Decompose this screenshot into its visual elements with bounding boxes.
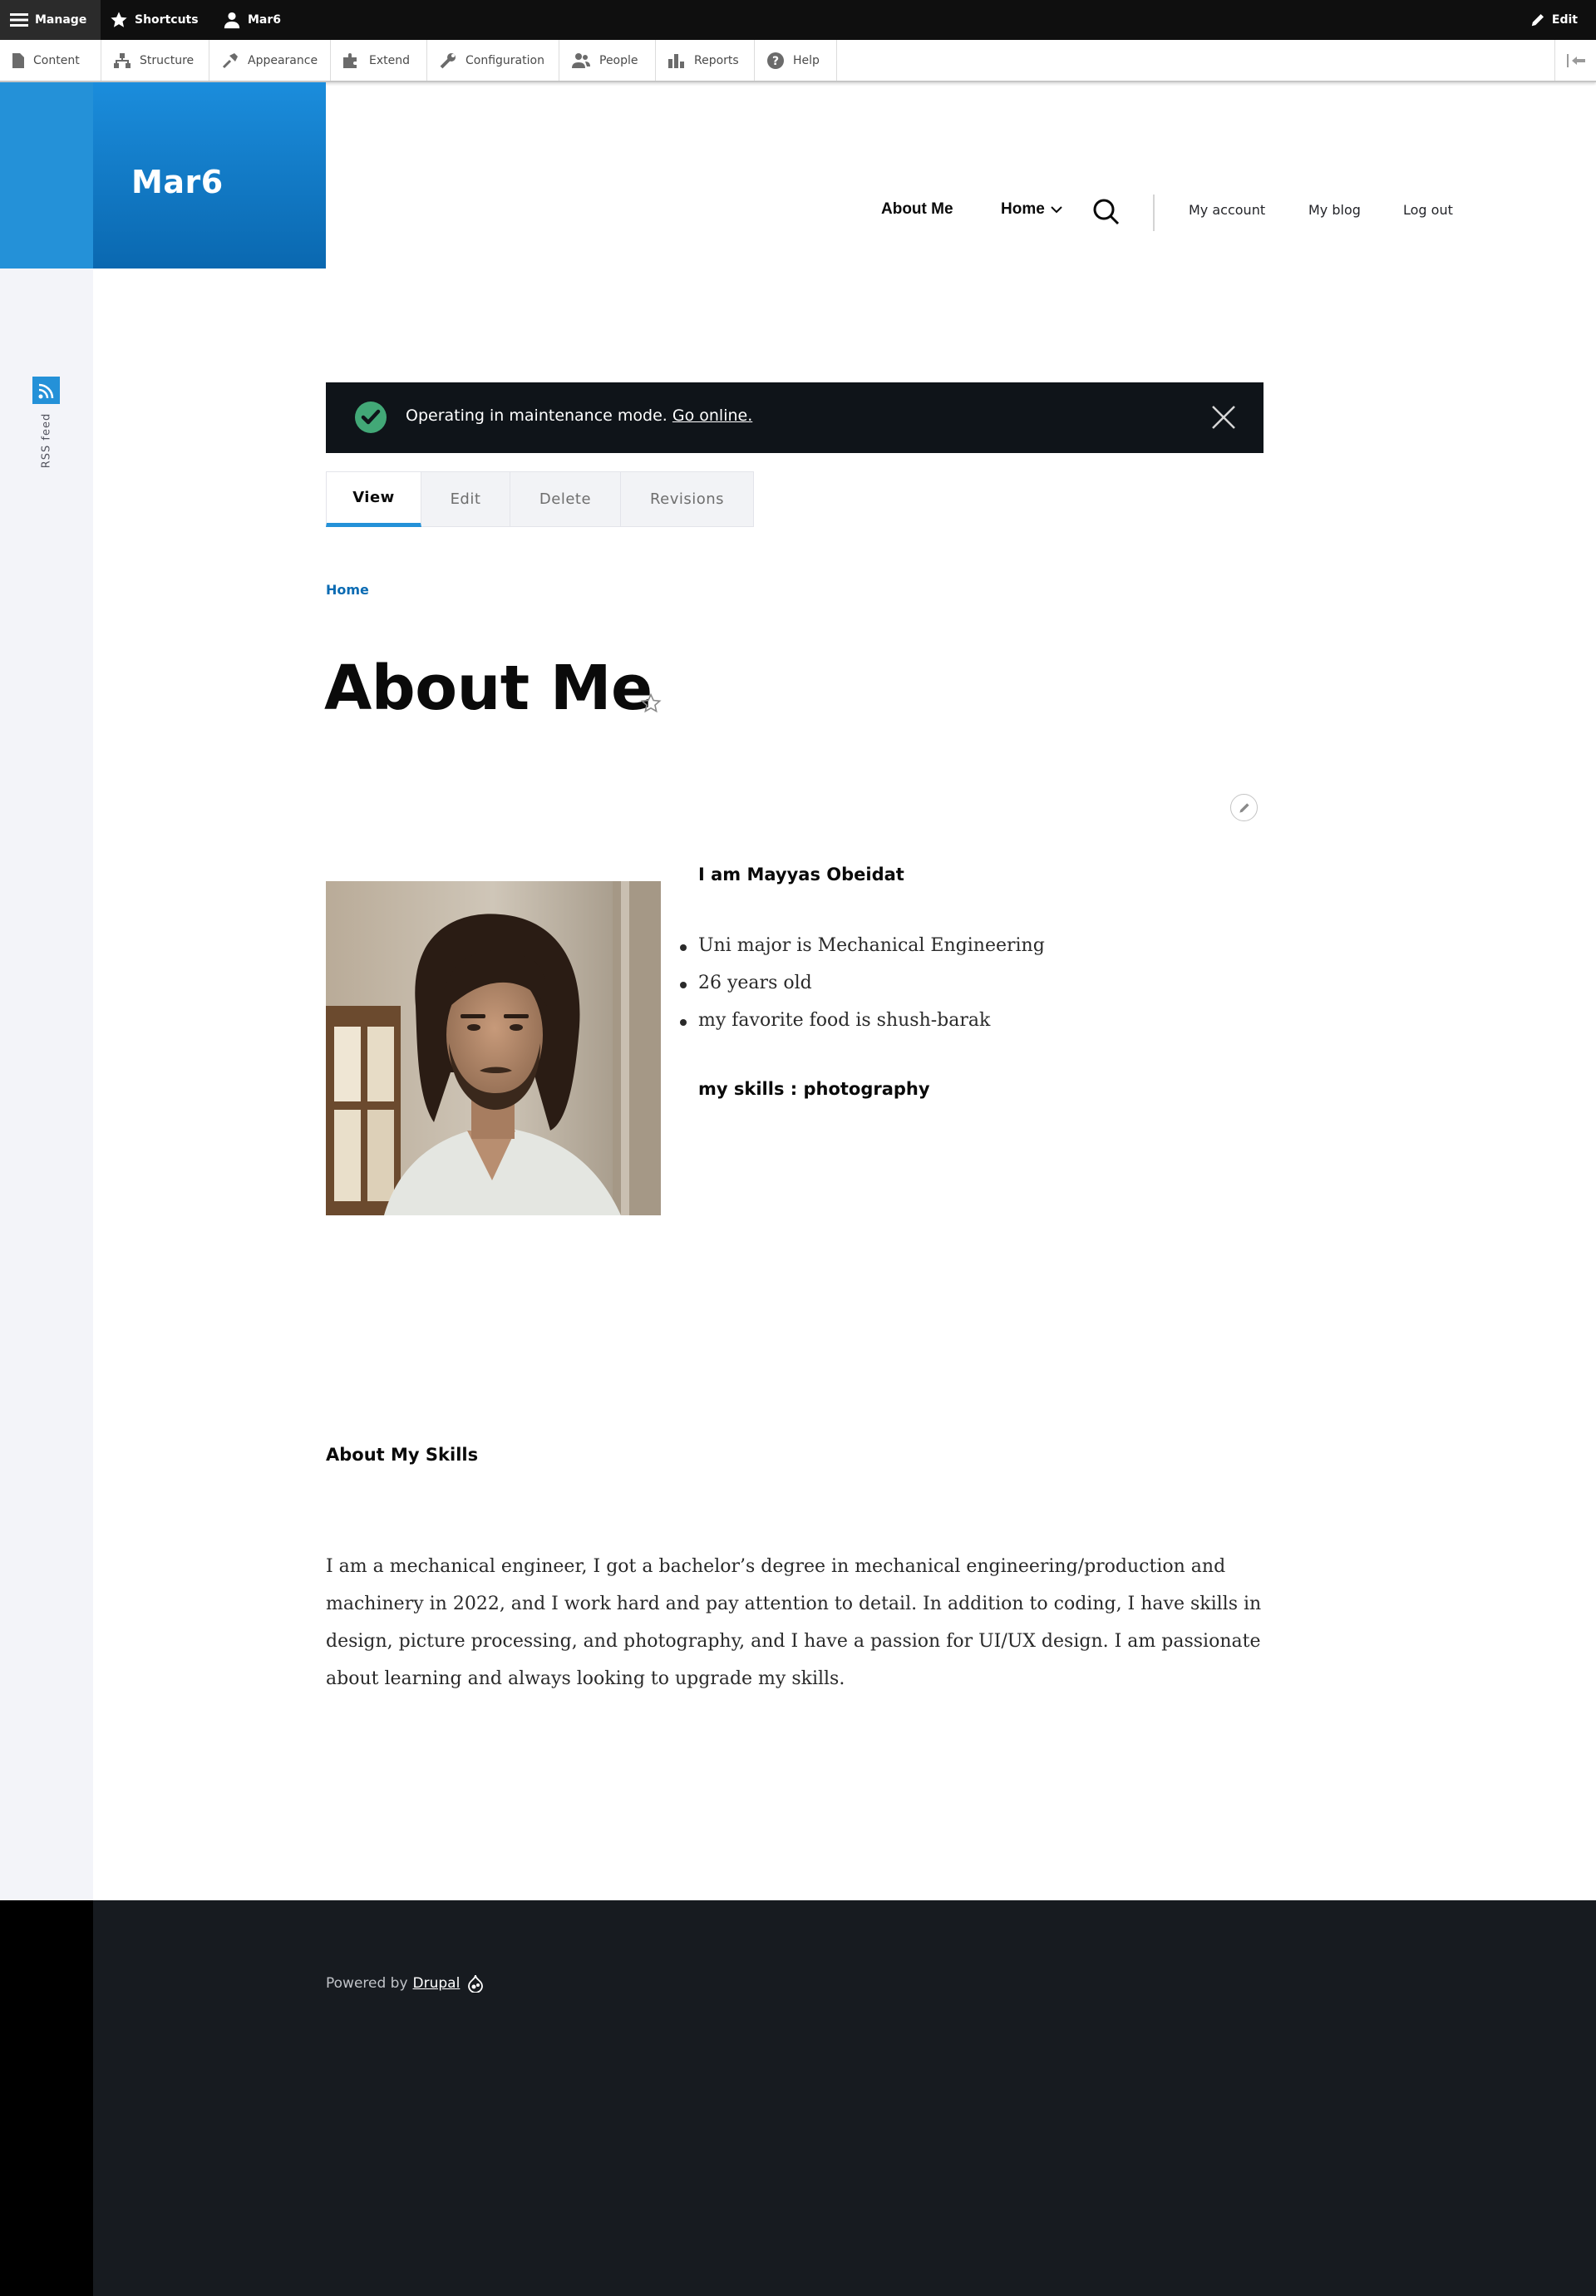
status-message-text: Operating in maintenance mode. Go online…: [406, 406, 752, 425]
tab-edit[interactable]: Edit: [421, 471, 510, 527]
toolbar-user[interactable]: Mar6: [223, 0, 281, 40]
search-icon: [1093, 199, 1120, 225]
tab-delete[interactable]: Delete: [510, 471, 621, 527]
breadcrumb-home[interactable]: Home: [326, 582, 369, 598]
status-message: Operating in maintenance mode. Go online…: [326, 382, 1264, 453]
maintenance-text: Operating in maintenance mode.: [406, 406, 667, 425]
toolbar-edit[interactable]: Edit: [1530, 0, 1578, 40]
pencil-icon: [1531, 13, 1544, 27]
tray-item-label: Structure: [140, 53, 195, 67]
go-online-link[interactable]: Go online.: [672, 406, 752, 425]
tray-item-extend[interactable]: Extend: [331, 40, 427, 81]
admin-toolbar: Manage Shortcuts Mar6 Edit: [0, 0, 1596, 40]
nav-home[interactable]: Home: [1001, 200, 1062, 219]
reports-icon: [668, 53, 684, 68]
tray-item-structure[interactable]: Structure: [101, 40, 209, 81]
search-button[interactable]: [1092, 198, 1121, 230]
rss-icon: [38, 383, 53, 398]
tray-item-reports[interactable]: Reports: [656, 40, 755, 81]
tray-item-label: Appearance: [248, 53, 318, 67]
appearance-icon: [222, 52, 238, 68]
tray-item-people[interactable]: People: [559, 40, 656, 81]
toolbar-manage-label: Manage: [35, 13, 87, 27]
admin-toolbar-tray: Content Structure Appearance Extend Conf…: [0, 40, 1596, 82]
intro-heading: I am Mayyas Obeidat: [698, 865, 904, 884]
tab-view[interactable]: View: [326, 471, 421, 527]
portrait-image: [326, 881, 661, 1215]
tray-item-label: Extend: [369, 53, 410, 67]
star-icon: [640, 692, 662, 713]
svg-text:?: ?: [772, 55, 779, 68]
list-item: Uni major is Mechanical Engineering: [680, 931, 1045, 968]
drupal-link[interactable]: Drupal: [413, 1975, 461, 1992]
bookmark-star-button[interactable]: [640, 692, 662, 718]
tab-revisions[interactable]: Revisions: [621, 471, 754, 527]
profile-photo: [326, 881, 661, 1215]
people-icon: [572, 52, 590, 68]
tray-item-appearance[interactable]: Appearance: [209, 40, 331, 81]
local-tasks: View Edit Delete Revisions: [326, 471, 754, 527]
menu-icon: [10, 13, 28, 27]
tray-item-label: Help: [793, 53, 820, 67]
close-icon[interactable]: [1210, 404, 1237, 431]
log-out-link[interactable]: Log out: [1403, 202, 1453, 218]
chevron-down-icon[interactable]: [1051, 205, 1062, 214]
my-account-link[interactable]: My account: [1189, 202, 1265, 218]
footer-accent: [0, 1900, 93, 2296]
user-icon: [224, 12, 240, 29]
powered-by: Powered by Drupal: [326, 1974, 484, 1993]
toolbar-edit-label: Edit: [1551, 13, 1578, 27]
tray-collapse-icon: [1566, 53, 1585, 67]
help-icon: ?: [767, 52, 784, 69]
site-branding[interactable]: Mar6: [93, 82, 326, 269]
my-blog-link[interactable]: My blog: [1308, 202, 1361, 218]
pencil-icon: [1239, 802, 1249, 813]
configuration-icon: [440, 52, 456, 68]
tray-item-label: Configuration: [466, 53, 544, 67]
structure-icon: [114, 52, 131, 68]
about-skills-heading: About My Skills: [326, 1445, 479, 1465]
drupal-icon: [468, 1974, 484, 1993]
nav-about-me[interactable]: About Me: [881, 200, 953, 219]
tray-item-configuration[interactable]: Configuration: [427, 40, 559, 81]
social-bar: [0, 269, 93, 1900]
brand-accent: [0, 82, 93, 269]
page-title: About Me: [324, 653, 653, 724]
tray-orientation-toggle[interactable]: [1554, 40, 1596, 81]
site-name[interactable]: Mar6: [131, 164, 224, 200]
tray-item-label: Reports: [694, 53, 739, 67]
extend-icon: [343, 52, 357, 68]
tray-item-help[interactable]: ? Help: [755, 40, 837, 81]
facts-list: Uni major is Mechanical Engineering 26 y…: [680, 931, 1045, 1043]
toolbar-shortcuts[interactable]: Shortcuts: [110, 0, 199, 40]
content-icon: [12, 52, 24, 68]
check-circle-icon: [355, 402, 387, 433]
toolbar-manage[interactable]: Manage: [0, 0, 101, 40]
powered-by-label: Powered by: [326, 1975, 408, 1992]
rss-feed-label[interactable]: RSS feed: [41, 413, 53, 469]
list-item: my favorite food is shush-barak: [680, 1006, 1045, 1043]
about-skills-text: I am a mechanical engineer, I got a bach…: [326, 1556, 1262, 1689]
site-footer: Powered by Drupal: [93, 1900, 1596, 2296]
tray-item-label: People: [599, 53, 638, 67]
nav-home-label: Home: [1001, 200, 1045, 218]
list-item: 26 years old: [680, 968, 1045, 1006]
tray-item-label: Content: [33, 53, 80, 67]
toolbar-user-label: Mar6: [248, 13, 282, 27]
nav-divider: [1153, 195, 1155, 231]
rss-feed-button[interactable]: [32, 377, 60, 404]
skills-heading: my skills : photography: [698, 1079, 930, 1099]
contextual-edit-button[interactable]: [1230, 794, 1258, 821]
tray-item-content[interactable]: Content: [0, 40, 101, 81]
toolbar-shortcuts-label: Shortcuts: [135, 13, 199, 27]
star-icon: [111, 12, 127, 27]
